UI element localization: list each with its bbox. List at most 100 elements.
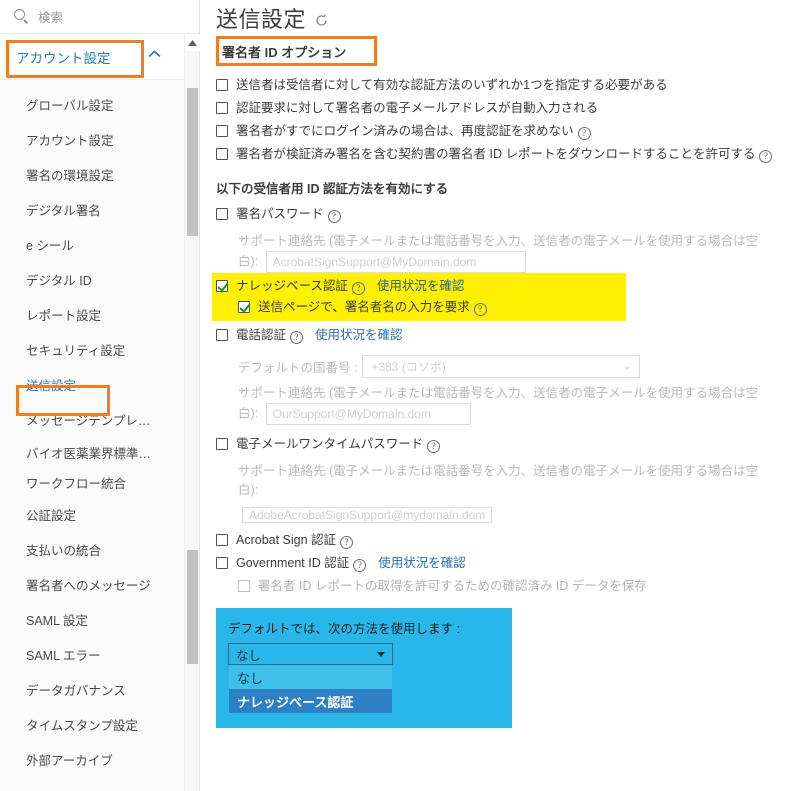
email-otp-support-input[interactable]: AdobeAcrobatSignSupport@mydomain.dom <box>242 507 493 523</box>
help-icon[interactable]: ? <box>427 440 441 453</box>
sidebar-item-timestamp-settings[interactable]: タイムスタンプ設定 <box>0 707 176 742</box>
sidebar-item-signature-preferences[interactable]: 署名の環境設定 <box>0 157 176 192</box>
sidebar-item-external-archive[interactable]: 外部アーカイブ <box>0 742 176 777</box>
option-label: 署名者がすでにログイン済みの場合は、再度認証を求めない <box>236 124 574 138</box>
checkbox-skip-reauth[interactable] <box>216 125 228 137</box>
help-icon[interactable]: ? <box>351 282 365 295</box>
sidebar-item-digital-id[interactable]: デジタル ID <box>0 262 176 297</box>
checkbox-phone-auth[interactable] <box>216 329 228 341</box>
email-otp-support-note: サポート連絡先 (電子メールまたは電話番号を入力、送信者の電子メールを使用する場… <box>216 456 776 500</box>
methods-heading: 以下の受信者用 ID 認証方法を有効にする <box>216 182 449 196</box>
help-icon[interactable]: ? <box>353 559 367 572</box>
default-method-option-kba[interactable]: ナレッジベース認証 <box>229 689 392 713</box>
sidebar-item-send-settings[interactable]: 送信設定 <box>0 367 176 402</box>
sidebar-item-account-settings[interactable]: アカウント設定 <box>0 122 176 157</box>
refresh-icon[interactable] <box>314 13 329 28</box>
checkbox-acrobat-sign-auth[interactable] <box>216 534 228 546</box>
sidebar-item-notary-settings[interactable]: 公証設定 <box>0 497 176 532</box>
chevron-down-icon: ⌄ <box>623 361 632 372</box>
option-row-allow-download-id-report[interactable]: 署名者が検証済み署名を含む契約書の署名者 ID レポートをダウンロードすることを… <box>216 143 800 166</box>
option-row-acrobat-sign-auth[interactable]: Acrobat Sign 認証? <box>216 529 800 552</box>
sidebar-item-saml-settings[interactable]: SAML 設定 <box>0 602 176 637</box>
checkbox-email-otp[interactable] <box>216 438 228 450</box>
sidebar-item-payment-integration[interactable]: 支払いの統合 <box>0 532 176 567</box>
sidebar-item-message-templates[interactable]: メッセージテンプレ… <box>0 402 176 437</box>
settings-form: 送信者は受信者に対して有効な認証方法のいずれか1つを指定する必要がある 認証要求… <box>212 68 800 728</box>
option-label: Government ID 認証 <box>236 556 350 570</box>
sidebar-item-security-settings[interactable]: セキュリティ設定 <box>0 332 176 367</box>
search-placeholder: 検索 <box>38 11 64 25</box>
default-method-select[interactable]: なし <box>228 643 393 665</box>
option-row-kba[interactable]: ナレッジベース認証? 使用状況を確認 <box>216 276 626 297</box>
option-label: 送信者は受信者に対して有効な認証方法のいずれか1つを指定する必要がある <box>236 78 668 92</box>
sidebar-item-label: レポート設定 <box>26 309 102 323</box>
option-label: 署名者が検証済み署名を含む契約書の署名者 ID レポートをダウンロードすることを… <box>236 147 756 161</box>
default-method-block: デフォルトでは、次の方法を使用します : なし なし ナレッジベース認証 <box>216 608 512 728</box>
sidebar-item-workflow-integration[interactable]: ワークフロー統合 <box>0 467 176 497</box>
scrollbar-thumb-upper[interactable] <box>187 88 198 236</box>
option-row-store-verified-id[interactable]: 署名者 ID レポートの取得を許可するための確認済み ID データを保存 <box>216 575 800 598</box>
kba-usage-link[interactable]: 使用状況を確認 <box>377 279 465 293</box>
option-row-skip-reauth[interactable]: 署名者がすでにログイン済みの場合は、再度認証を求めない? <box>216 120 800 143</box>
sidebar-item-label: SAML 設定 <box>26 614 89 628</box>
sidebar-nav-list: グローバル設定 アカウント設定 署名の環境設定 デジタル署名 e シール デジタ… <box>0 80 176 777</box>
sidebar-item-data-governance[interactable]: データガバナンス <box>0 672 176 707</box>
option-row-email-otp[interactable]: 電子メールワンタイムパスワード? <box>216 433 800 456</box>
sidebar-item-global-settings[interactable]: グローバル設定 <box>0 87 176 122</box>
checkbox-signing-password[interactable] <box>216 208 228 220</box>
search-box[interactable]: 検索 <box>0 0 199 34</box>
option-label: ナレッジベース認証 <box>237 694 354 710</box>
option-row-government-id[interactable]: Government ID 認証? 使用状況を確認 <box>216 552 800 575</box>
option-label: 署名者 ID レポートの取得を許可するための確認済み ID データを保存 <box>258 579 647 593</box>
option-row-sender-specify-auth[interactable]: 送信者は受信者に対して有効な認証方法のいずれか1つを指定する必要がある <box>216 74 800 97</box>
government-id-usage-link[interactable]: 使用状況を確認 <box>378 556 466 570</box>
option-row-phone-auth[interactable]: 電話認証? 使用状況を確認 <box>216 324 800 347</box>
sidebar-item-signer-message[interactable]: 署名者へのメッセージ <box>0 567 176 602</box>
default-method-options-list: なし ナレッジベース認証 <box>228 665 393 714</box>
option-row-signing-password[interactable]: 署名パスワード? <box>216 203 800 226</box>
option-row-kba-require-name[interactable]: 送信ページで、署名者名の入力を要求? <box>216 297 626 318</box>
checkbox-kba-require-name[interactable] <box>238 301 250 313</box>
country-code-value: +383 (コソボ) <box>371 360 446 374</box>
checkbox-allow-download-id-report[interactable] <box>216 148 228 160</box>
help-icon[interactable]: ? <box>759 150 773 163</box>
checkbox-government-id[interactable] <box>216 557 228 569</box>
sidebar-item-label: 外部アーカイブ <box>26 754 113 768</box>
page-title: 送信設定 <box>216 7 307 32</box>
scrollbar-thumb-lower[interactable] <box>187 550 198 664</box>
checkbox-kba[interactable] <box>216 280 228 292</box>
scroll-up-arrow-icon[interactable] <box>185 34 200 51</box>
sidebar-item-e-seal[interactable]: e シール <box>0 227 176 262</box>
main-content: 送信設定 署名者 ID オプション 送信者は受信者に対して有効な認証方法のいずれ… <box>200 0 800 791</box>
checkbox-auto-fill-email[interactable] <box>216 102 228 114</box>
sidebar-item-saml-errors[interactable]: SAML エラー <box>0 637 176 672</box>
help-icon[interactable]: ? <box>577 127 591 140</box>
chevron-up-icon[interactable] <box>148 50 161 58</box>
checkbox-sender-specify-auth[interactable] <box>216 79 228 91</box>
phone-support-input[interactable]: OurSupport@MyDomain.dom <box>265 403 471 425</box>
option-row-auto-fill-email[interactable]: 認証要求に対して署名者の電子メールアドレスが自動入力される <box>216 97 800 120</box>
sidebar-group-account-settings[interactable]: アカウント設定 <box>0 34 199 80</box>
help-icon[interactable]: ? <box>327 210 341 223</box>
option-label: なし <box>237 670 264 686</box>
help-icon[interactable]: ? <box>340 536 354 549</box>
phone-usage-link[interactable]: 使用状況を確認 <box>315 328 403 342</box>
country-code-label: デフォルトの国番号 : <box>238 361 358 375</box>
default-method-option-none[interactable]: なし <box>229 665 392 689</box>
checkbox-store-verified-id[interactable] <box>238 580 250 592</box>
signing-password-support-input[interactable]: AcrobatSignSupport@MyDomain.dom <box>265 251 526 273</box>
sidebar-item-bio-pharma[interactable]: バイオ医薬業界標準… <box>0 437 176 467</box>
help-icon[interactable]: ? <box>473 303 487 316</box>
sidebar-item-label: 支払いの統合 <box>26 544 102 558</box>
sidebar-item-report-settings[interactable]: レポート設定 <box>0 297 176 332</box>
kba-highlight-block: ナレッジベース認証? 使用状況を確認 送信ページで、署名者名の入力を要求? <box>212 273 626 321</box>
sidebar-item-label: データガバナンス <box>26 684 126 698</box>
option-label: 電子メールワンタイムパスワード <box>236 437 424 451</box>
sidebar-item-digital-signature[interactable]: デジタル署名 <box>0 192 176 227</box>
help-icon[interactable]: ? <box>290 331 304 344</box>
country-code-select[interactable]: +383 (コソボ) ⌄ <box>362 355 641 378</box>
phone-country-row: デフォルトの国番号 : +383 (コソボ) ⌄ <box>216 347 800 378</box>
sidebar-scrollbar[interactable] <box>184 34 200 791</box>
phone-support-note: サポート連絡先 (電子メールまたは電話番号を入力、送信者の電子メールを使用する場… <box>216 378 776 425</box>
sidebar-item-label: アカウント設定 <box>26 134 114 148</box>
